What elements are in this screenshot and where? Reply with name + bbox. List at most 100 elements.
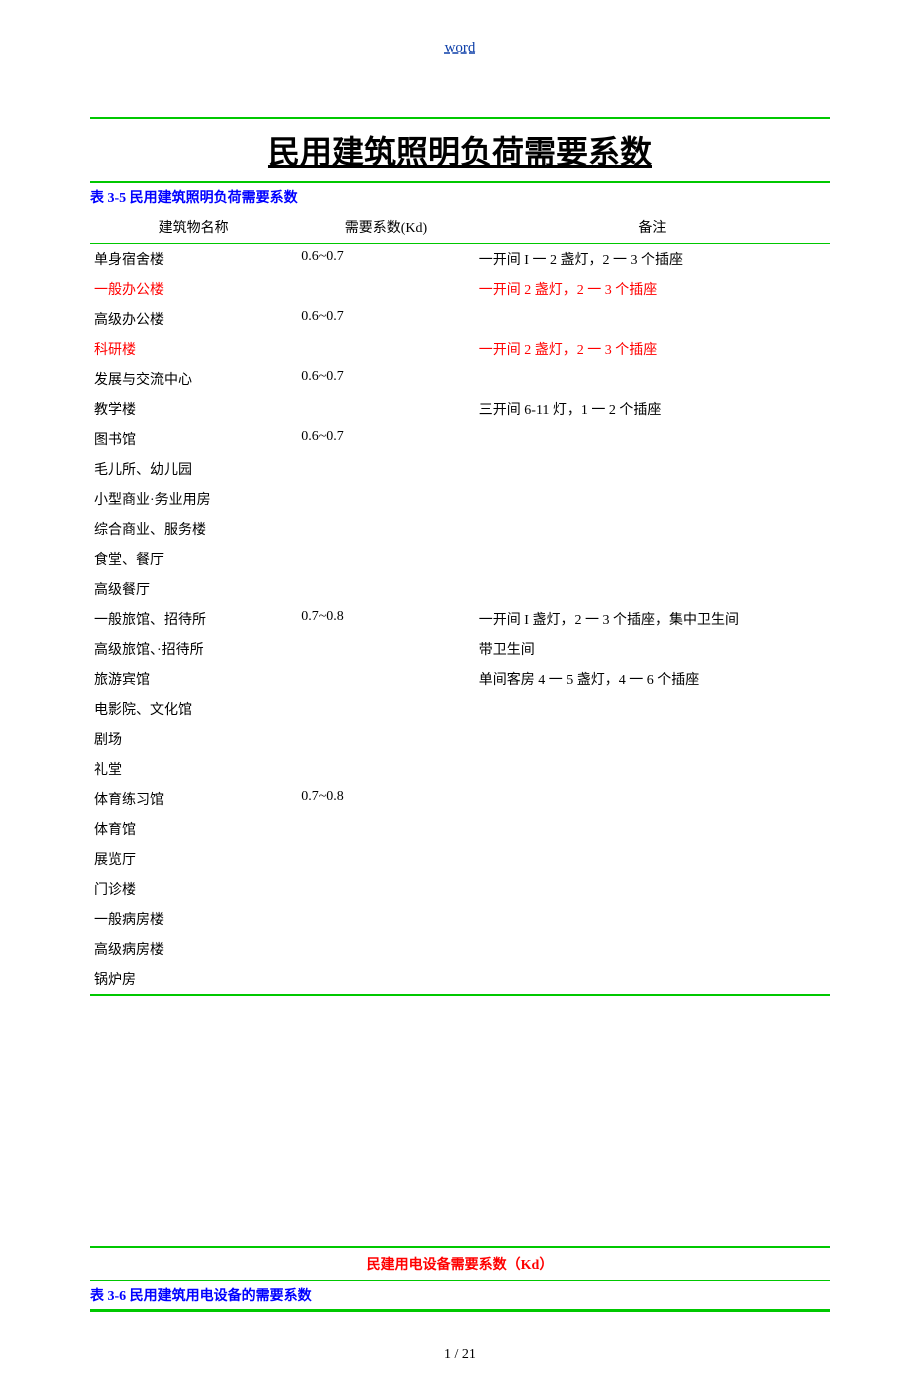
cell-name: 毛儿所、幼儿园 [90,454,297,484]
cell-kd: 0.6~0.7 [297,304,475,334]
cell-kd [297,724,475,754]
cell-name: 体育馆 [90,814,297,844]
cell-kd: 0.6~0.7 [297,244,475,275]
divider [90,994,830,996]
cell-name: 电影院、文化馆 [90,694,297,724]
table-row: 剧场 [90,724,830,754]
cell-name: 礼堂 [90,754,297,784]
header-kd: 需要系数(Kd) [297,211,475,244]
section2-title: 民建用电设备需要系数（Kd） [90,1248,830,1280]
cell-kd: 0.6~0.7 [297,424,475,454]
header-name: 建筑物名称 [90,211,297,244]
cell-note [475,964,830,994]
cell-note [475,514,830,544]
cell-name: 高级病房楼 [90,934,297,964]
cell-name: 食堂、餐厅 [90,544,297,574]
cell-note [475,844,830,874]
cell-kd [297,814,475,844]
table-row: 旅游宾馆 单间客房 4 一 5 盏灯，4 一 6 个插座 [90,664,830,694]
cell-kd [297,634,475,664]
cell-note [475,544,830,574]
cell-note [475,724,830,754]
cell-note [475,484,830,514]
cell-name: 门诊楼 [90,874,297,904]
table-row: 体育馆 [90,814,830,844]
cell-kd [297,754,475,784]
header-word: word [90,40,830,57]
table-row: 门诊楼 [90,874,830,904]
table-row: 科研楼一开间 2 盏灯，2 一 3 个插座 [90,334,830,364]
cell-name: 高级餐厅 [90,574,297,604]
cell-kd [297,454,475,484]
table-row: 一般旅馆、招待所0.7~0.8一开间 I 盏灯，2 一 3 个插座，集中卫生间 [90,604,830,634]
cell-name: 高级办公楼 [90,304,297,334]
cell-kd [297,514,475,544]
cell-kd: 0.7~0.8 [297,604,475,634]
cell-kd [297,934,475,964]
cell-kd [297,574,475,604]
table-row: 小型商业·务业用房 [90,484,830,514]
cell-name: 体育练习馆 [90,784,297,814]
table-row: 高级餐厅 [90,574,830,604]
cell-name: 展览厅 [90,844,297,874]
cell-kd [297,844,475,874]
table-row: 礼堂 [90,754,830,784]
cell-note: 单间客房 4 一 5 盏灯，4 一 6 个插座 [475,664,830,694]
divider [90,1310,830,1312]
table-row: 展览厅 [90,844,830,874]
section2-caption: 表 3-6 民用建筑用电设备的需要系数 [90,1280,830,1309]
table-row: 电影院、文化馆 [90,694,830,724]
cell-name: 剧场 [90,724,297,754]
page-footer: 1 / 21 [90,1347,830,1363]
table-row: 高级旅馆、·招待所 带卫生间 [90,634,830,664]
cell-name: 锅炉房 [90,964,297,994]
cell-kd [297,394,475,424]
table-row: 一般病房楼 [90,904,830,934]
cell-kd: 0.6~0.7 [297,364,475,394]
cell-name: 教学楼 [90,394,297,424]
cell-note [475,694,830,724]
cell-name: 高级旅馆、·招待所 [90,634,297,664]
cell-kd [297,904,475,934]
cell-name: 旅游宾馆 [90,664,297,694]
cell-kd [297,274,475,304]
cell-note: 三开间 6-11 灯，1 一 2 个插座 [475,394,830,424]
cell-note [475,424,830,454]
cell-name: 小型商业·务业用房 [90,484,297,514]
cell-note [475,754,830,784]
table-row: 高级办公楼0.6~0.7 [90,304,830,334]
cell-note [475,874,830,904]
table-row: 锅炉房 [90,964,830,994]
section2-box: 民建用电设备需要系数（Kd） 表 3-6 民用建筑用电设备的需要系数 [90,1246,830,1310]
table-row: 毛儿所、幼儿园 [90,454,830,484]
table-row: 体育练习馆0.7~0.8 [90,784,830,814]
cell-note: 一开间 I 盏灯，2 一 3 个插座，集中卫生间 [475,604,830,634]
cell-name: 科研楼 [90,334,297,364]
table-row: 高级病房楼 [90,934,830,964]
cell-name: 一般病房楼 [90,904,297,934]
cell-name: 单身宿舍楼 [90,244,297,275]
cell-note [475,304,830,334]
cell-note: 带卫生间 [475,634,830,664]
table-lighting-coefficients: 建筑物名称 需要系数(Kd) 备注 单身宿舍楼0.6~0.7一开间 I 一 2 … [90,211,830,994]
table-row: 教学楼 三开间 6-11 灯，1 一 2 个插座 [90,394,830,424]
cell-kd [297,874,475,904]
table-row: 综合商业、服务楼 [90,514,830,544]
cell-note [475,574,830,604]
table1-caption: 表 3-5 民用建筑照明负荷需要系数 [90,183,830,211]
table-row: 一般办公楼一开间 2 盏灯，2 一 3 个插座 [90,274,830,304]
cell-kd [297,964,475,994]
table-row: 单身宿舍楼0.6~0.7一开间 I 一 2 盏灯，2 一 3 个插座 [90,244,830,275]
cell-note [475,364,830,394]
cell-note [475,934,830,964]
cell-note: 一开间 I 一 2 盏灯，2 一 3 个插座 [475,244,830,275]
cell-kd [297,664,475,694]
cell-kd: 0.7~0.8 [297,784,475,814]
cell-name: 发展与交流中心 [90,364,297,394]
cell-name: 图书馆 [90,424,297,454]
cell-note [475,784,830,814]
table-header-row: 建筑物名称 需要系数(Kd) 备注 [90,211,830,244]
cell-note: 一开间 2 盏灯，2 一 3 个插座 [475,274,830,304]
cell-note [475,454,830,484]
cell-note [475,904,830,934]
